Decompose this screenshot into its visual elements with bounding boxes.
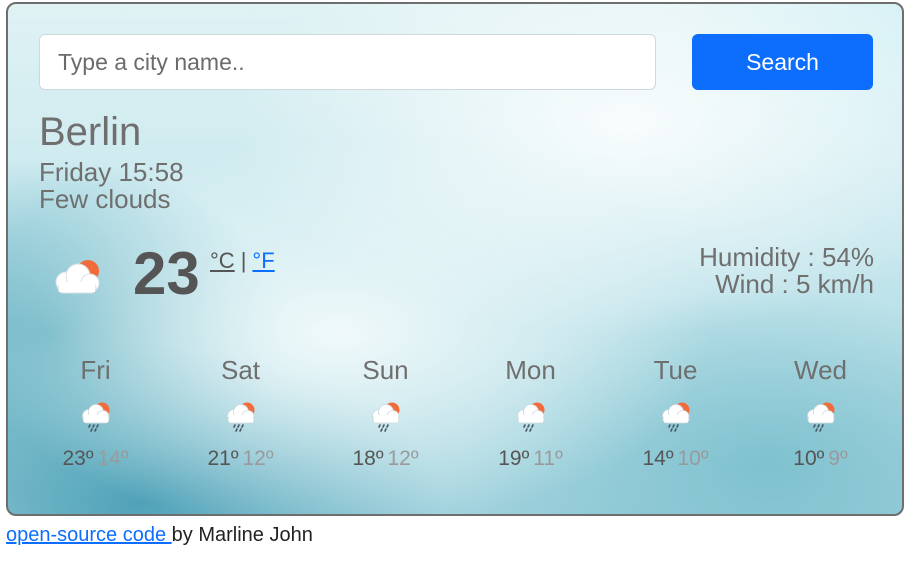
city-search-input[interactable] xyxy=(39,34,656,90)
forecast-temps: 18º 12º xyxy=(313,448,458,469)
forecast-max-temp: 23º xyxy=(62,447,94,470)
forecast-max-temp: 10º xyxy=(793,447,825,470)
sun-cloud-rain-icon xyxy=(168,399,313,433)
forecast-max-temp: 18º xyxy=(352,447,384,470)
unit-separator: | xyxy=(240,248,247,273)
forecast-min-temp: 12º xyxy=(387,447,419,470)
sun-cloud-rain-icon xyxy=(313,399,458,433)
humidity-text: Humidity : 54% xyxy=(699,242,874,272)
forecast-min-temp: 14º xyxy=(97,447,129,470)
sun-cloud-rain-icon xyxy=(23,399,168,433)
forecast-min-temp: 9º xyxy=(828,447,848,470)
unit-switcher: °C | °F xyxy=(210,250,275,272)
sun-cloud-rain-icon xyxy=(603,399,748,433)
forecast-row: Fri 23º 14º Sat 21º 12º Sun 18º 12º Mon 19º 11º Tue 1… xyxy=(23,354,893,469)
forecast-temps: 14º 10º xyxy=(603,448,748,469)
forecast-day: Fri 23º 14º xyxy=(23,354,168,469)
weather-description: Few clouds xyxy=(39,184,171,214)
forecast-day-name: Mon xyxy=(505,355,556,385)
current-temperature: 23 xyxy=(133,240,200,307)
forecast-day: Tue 14º 10º xyxy=(603,354,748,469)
celsius-link[interactable]: °C xyxy=(210,248,235,273)
forecast-temps: 10º 9º xyxy=(748,448,893,469)
footer-byline: by Marline John xyxy=(171,524,313,546)
forecast-day-name: Tue xyxy=(653,355,698,385)
forecast-day-name: Sat xyxy=(220,355,261,385)
current-datetime: Friday 15:58 xyxy=(39,157,184,187)
footer: open-source code by Marline John xyxy=(6,525,313,545)
forecast-min-temp: 12º xyxy=(242,447,274,470)
wind-text: Wind : 5 km/h xyxy=(715,269,874,299)
search-button[interactable]: Search xyxy=(692,34,873,90)
forecast-day: Sat 21º 12º xyxy=(168,354,313,469)
forecast-max-temp: 21º xyxy=(207,447,239,470)
forecast-day-name: Sun xyxy=(362,355,409,385)
sun-cloud-rain-icon xyxy=(458,399,603,433)
forecast-day: Wed 10º 9º xyxy=(748,354,893,469)
city-name: Berlin xyxy=(39,110,142,154)
forecast-day-name: Fri xyxy=(80,355,111,385)
forecast-day-name: Wed xyxy=(794,355,847,385)
open-source-code-link[interactable]: open-source code xyxy=(6,524,172,546)
forecast-min-temp: 11º xyxy=(533,447,563,470)
weather-stats: Humidity : 54% Wind : 5 km/h xyxy=(699,244,874,298)
sun-cloud-rain-icon xyxy=(748,399,893,433)
forecast-max-temp: 14º xyxy=(642,447,674,470)
forecast-temps: 19º 11º xyxy=(458,448,603,469)
forecast-min-temp: 10º xyxy=(677,447,709,470)
forecast-temps: 21º 12º xyxy=(168,448,313,469)
sun-behind-cloud-icon xyxy=(55,260,100,294)
forecast-max-temp: 19º xyxy=(498,447,530,470)
fahrenheit-link[interactable]: °F xyxy=(252,248,274,273)
forecast-temps: 23º 14º xyxy=(23,448,168,469)
weather-card: Search Berlin Friday 15:58 Few clouds 23… xyxy=(6,2,904,516)
forecast-day: Mon 19º 11º xyxy=(458,354,603,469)
forecast-day: Sun 18º 12º xyxy=(313,354,458,469)
